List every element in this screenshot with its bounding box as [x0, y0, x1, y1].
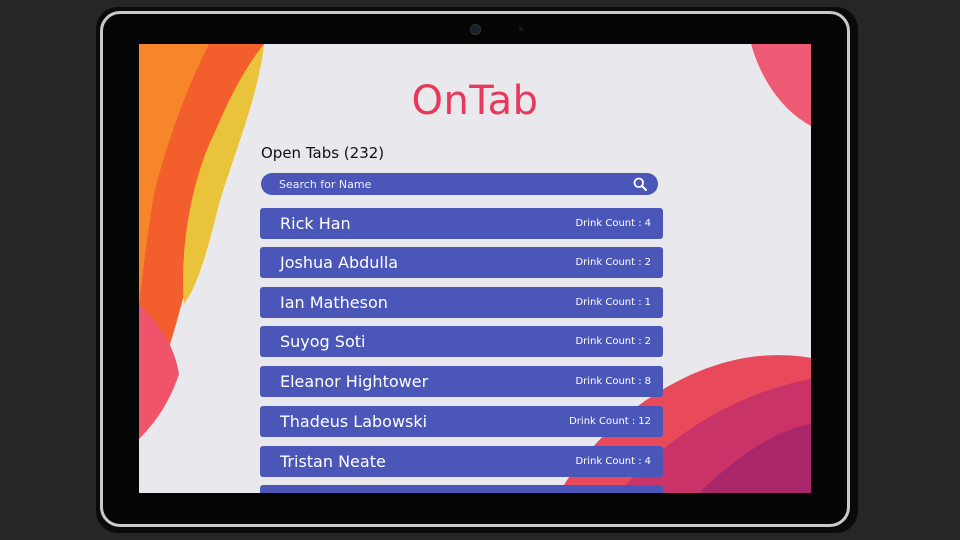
app-title: OnTab	[411, 78, 539, 124]
tab-row[interactable]: Joshua Abdulla Drink Count :2	[260, 247, 663, 278]
camera-icon	[470, 24, 481, 35]
tab-name: Ian Matheson	[280, 293, 388, 312]
drink-count: Drink Count :12	[569, 416, 651, 427]
tab-name: Thadeus Labowski	[280, 412, 428, 431]
drink-count: Drink Count :1	[575, 297, 651, 308]
desktop-background: OnTab Open Tabs (232) Rick Han Drink Cou…	[0, 0, 960, 540]
tab-name: Tristan Neate	[280, 452, 386, 471]
tab-row[interactable]: Eleanor Hightower Drink Count :8	[260, 366, 663, 397]
tab-row[interactable]: Rick Han Drink Count :4	[260, 208, 663, 239]
search-input[interactable]	[279, 177, 632, 191]
drink-count: Drink Count :2	[575, 336, 651, 347]
tab-row[interactable]: Ian Matheson Drink Count :1	[260, 287, 663, 318]
search-icon[interactable]	[632, 176, 648, 192]
tab-name: Eleanor Hightower	[280, 372, 429, 391]
drink-count: Drink Count :4	[575, 218, 651, 229]
tab-name: Suyog Soti	[280, 332, 366, 351]
tab-row[interactable]: Thadeus Labowski Drink Count :12	[260, 406, 663, 437]
tab-name: Rick Han	[280, 214, 351, 233]
tablet-screen: OnTab Open Tabs (232) Rick Han Drink Cou…	[139, 44, 811, 493]
tab-row[interactable]	[260, 485, 663, 493]
search-bar[interactable]	[261, 173, 658, 195]
sensor-dot	[519, 27, 523, 31]
tab-name: Joshua Abdulla	[280, 253, 399, 272]
tab-row[interactable]: Tristan Neate Drink Count :4	[260, 446, 663, 477]
drink-count: Drink Count :2	[575, 257, 651, 268]
drink-count: Drink Count :8	[575, 376, 651, 387]
drink-count: Drink Count :4	[575, 456, 651, 467]
tab-row[interactable]: Suyog Soti Drink Count :2	[260, 326, 663, 357]
open-tabs-heading: Open Tabs (232)	[261, 144, 385, 162]
